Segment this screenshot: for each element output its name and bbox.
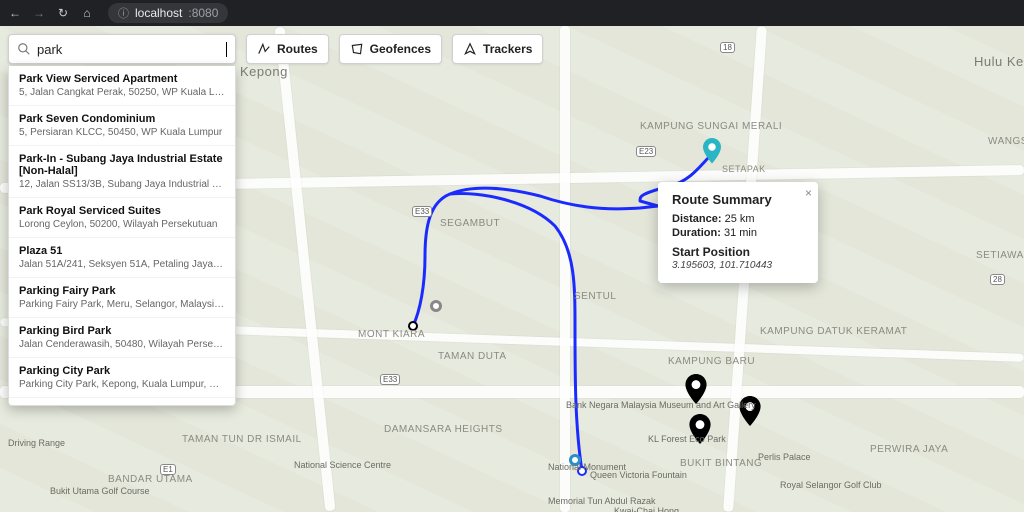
poi-label: Kwai-Chai Hong	[614, 506, 679, 512]
map-label: Kepong	[240, 64, 288, 79]
search-box[interactable]	[8, 34, 236, 64]
trackers-icon	[463, 42, 477, 56]
route-waypoint[interactable]	[430, 300, 442, 312]
suggestion-subtitle: Lorong Ceylon, 50200, Wilayah Persekutua…	[19, 219, 225, 230]
poi-label: Bukit Utama Golf Course	[50, 486, 110, 496]
suggestion-item[interactable]: Park View Serviced Apartment 5, Jalan Can…	[9, 66, 235, 106]
geofences-button[interactable]: Geofences	[339, 34, 442, 64]
routes-label: Routes	[277, 42, 318, 56]
suggestion-title: Plaza 51	[19, 245, 225, 257]
trackers-label: Trackers	[483, 42, 532, 56]
map-label: BANDAR UTAMA	[108, 474, 193, 485]
suggestion-item[interactable]: Parking Fairy ParkParking Fairy Park, Me…	[9, 398, 235, 406]
start-position-value: 3.195603, 101.710443	[672, 260, 772, 271]
map-label: SEGAMBUT	[440, 218, 500, 229]
map-label: SENTUL	[574, 291, 616, 302]
suggestion-subtitle: 12, Jalan SS13/3B, Subang Jaya Industria…	[19, 179, 225, 190]
route-shield: E1	[160, 464, 176, 475]
poi-label: National Science Centre	[294, 460, 344, 470]
search-suggestions: Park View Serviced Apartment 5, Jalan Can…	[8, 66, 236, 406]
map-label: SETAPAK	[722, 164, 766, 174]
controls-row: Routes Geofences Trackers	[8, 34, 543, 64]
distance-value: 25 km	[725, 213, 755, 225]
route-shield: E33	[380, 374, 400, 385]
route-summary-popup: × Route Summary Distance: 25 km Duration…	[658, 182, 818, 283]
suggestion-title: Parking Fairy Park	[19, 285, 225, 297]
routes-icon	[257, 42, 271, 56]
info-icon: ⓘ	[118, 5, 129, 21]
duration-value: 31 min	[724, 227, 757, 239]
route-shield: 18	[720, 42, 735, 53]
trackers-button[interactable]: Trackers	[452, 34, 543, 64]
route-origin-pin[interactable]	[703, 138, 721, 164]
search-icon	[17, 42, 31, 56]
map-label: MONT KIARA	[358, 329, 425, 340]
suggestion-item[interactable]: Parking Bird Park Jalan Cenderawasih, 504…	[9, 318, 235, 358]
map[interactable]: Kepong Hulu Kela MONT KIARA TAMAN DUTA S…	[0, 26, 1024, 512]
route-shield: E23	[636, 146, 656, 157]
map-label: DAMANSARA HEIGHTS	[384, 424, 503, 435]
poi-label: Queen Victoria Fountain	[590, 470, 660, 480]
url-port: :8080	[188, 6, 218, 20]
home-icon[interactable]: ⌂	[80, 6, 94, 20]
suggestion-item[interactable]: Park Royal Serviced Suites Lorong Ceylon,…	[9, 198, 235, 238]
route-shield: 28	[990, 274, 1005, 285]
reload-icon[interactable]: ↻	[56, 6, 70, 20]
suggestion-item[interactable]: Parking Fairy Park Parking Fairy Park, Me…	[9, 278, 235, 318]
search-input[interactable]	[37, 42, 222, 57]
suggestion-title: Park-In - Subang Jaya Industrial Estate …	[19, 153, 225, 177]
map-label: KAMPUNG BARU	[668, 356, 755, 367]
back-icon[interactable]: ←	[8, 6, 22, 20]
poi-label: Driving Range	[8, 438, 65, 448]
suggestion-title: Park View Serviced Apartment	[19, 73, 225, 85]
suggestion-item[interactable]: Plaza 51 Jalan 51A/241, Seksyen 51A, Peta…	[9, 238, 235, 278]
poi-label: KL Forest Eco Park	[648, 434, 703, 444]
map-label: BUKIT BINTANG	[680, 458, 762, 469]
suggestion-title: Parking Fairy Park	[19, 405, 225, 406]
map-label: WANGSA MAJU	[988, 136, 1024, 147]
start-position-heading: Start Position	[672, 245, 804, 259]
route-shield: E33	[412, 206, 432, 217]
suggestion-subtitle: Jalan Cenderawasih, 50480, Wilayah Perse…	[19, 339, 225, 350]
suggestion-subtitle: 5, Persiaran KLCC, 50450, WP Kuala Lumpu…	[19, 127, 225, 138]
map-label: KAMPUNG DATUK KERAMAT	[760, 326, 850, 337]
suggestion-item[interactable]: Park Seven Condominium 5, Persiaran KLCC,…	[9, 106, 235, 146]
suggestion-title: Parking City Park	[19, 365, 225, 377]
suggestion-subtitle: Parking Fairy Park, Meru, Selangor, Mala…	[19, 299, 225, 310]
geofences-label: Geofences	[370, 42, 431, 56]
map-label: PERWIRA JAYA	[870, 444, 948, 455]
popup-title: Route Summary	[672, 192, 804, 207]
suggestion-subtitle: 5, Jalan Cangkat Perak, 50250, WP Kuala …	[19, 87, 225, 98]
map-label: Hulu Kela	[974, 54, 1024, 69]
poi-label: Bank Negara Malaysia Museum and Art Gall…	[566, 400, 656, 410]
road	[560, 26, 570, 512]
suggestion-title: Park Royal Serviced Suites	[19, 205, 225, 217]
url-host: localhost	[135, 6, 182, 20]
browser-chrome: ← → ↻ ⌂ ⓘ localhost :8080	[0, 0, 1024, 26]
poi-label: Perlis Palace	[758, 452, 811, 462]
text-caret	[226, 42, 227, 57]
map-label: TAMAN DUTA	[438, 351, 507, 362]
url-bar[interactable]: ⓘ localhost :8080	[108, 3, 228, 23]
suggestion-item[interactable]: Park-In - Subang Jaya Industrial Estate …	[9, 146, 235, 198]
duration-label: Duration:	[672, 227, 721, 239]
map-label: SETIAWANGSA	[976, 250, 1024, 261]
forward-icon[interactable]: →	[32, 6, 46, 20]
suggestion-item[interactable]: Parking City Park Parking City Park, Kepo…	[9, 358, 235, 398]
map-label: TAMAN TUN DR ISMAIL	[182, 434, 302, 445]
geofences-icon	[350, 42, 364, 56]
suggestion-subtitle: Parking City Park, Kepong, Kuala Lumpur,…	[19, 379, 225, 390]
distance-label: Distance:	[672, 213, 722, 225]
poi-label: Royal Selangor Golf Club	[780, 480, 860, 490]
poi-label: Memorial Tun Abdul Razak	[548, 496, 618, 506]
routes-button[interactable]: Routes	[246, 34, 329, 64]
close-icon[interactable]: ×	[805, 186, 812, 200]
map-label: KAMPUNG SUNGAI MERALI	[640, 121, 720, 132]
suggestion-title: Park Seven Condominium	[19, 113, 225, 125]
suggestion-subtitle: Jalan 51A/241, Seksyen 51A, Petaling Jay…	[19, 259, 225, 270]
suggestion-title: Parking Bird Park	[19, 325, 225, 337]
